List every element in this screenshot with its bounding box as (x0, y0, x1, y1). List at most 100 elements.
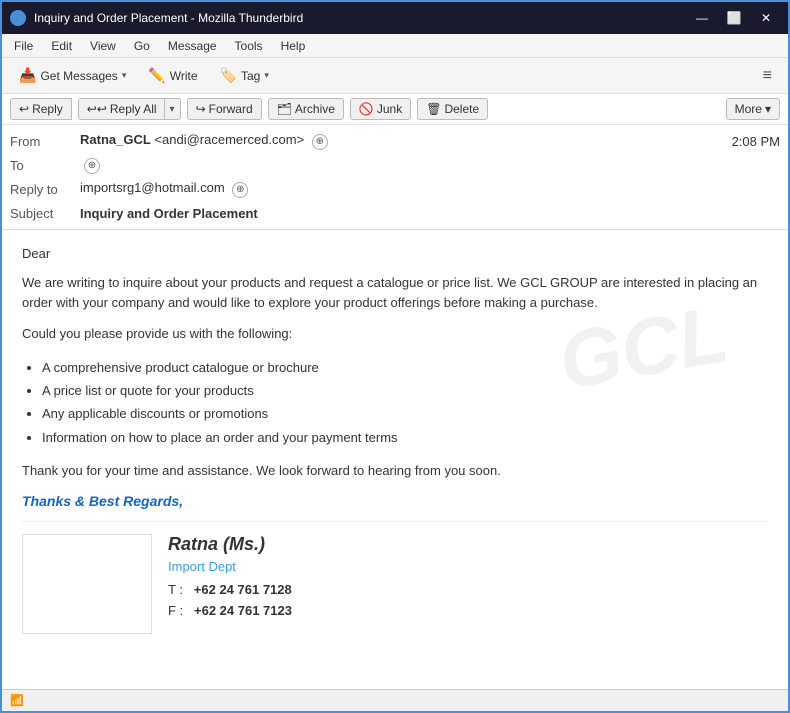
subject-label: Subject (10, 206, 80, 221)
sig-fax-line: F : +62 24 761 7123 (168, 603, 768, 618)
tag-icon: 🏷️ (220, 67, 237, 84)
reply-to-email: importsrg1@hotmail.com (80, 180, 225, 195)
reply-all-dropdown[interactable]: ▾ (164, 98, 181, 120)
main-toolbar: 📥 Get Messages ▾ ✏️ Write 🏷️ Tag ▾ ≡ (2, 58, 788, 94)
delete-label: Delete (444, 102, 479, 116)
title-bar: Inquiry and Order Placement - Mozilla Th… (2, 2, 788, 34)
reply-icon: ↩ (19, 102, 29, 116)
status-bar: 📶 (2, 689, 788, 711)
reply-all-button[interactable]: ↩↩ Reply All (78, 98, 166, 120)
tag-arrow[interactable]: ▾ (264, 70, 269, 81)
hamburger-menu[interactable]: ≡ (755, 63, 780, 89)
forward-label: Forward (209, 102, 253, 116)
archive-label: Archive (295, 102, 335, 116)
sig-phone-line: T : +62 24 761 7128 (168, 582, 768, 597)
email-headers: From Ratna_GCL <andi@racemerced.com> ⊕ 2… (2, 125, 788, 229)
delete-button[interactable]: 🗑 Delete (417, 98, 488, 120)
list-item: A comprehensive product catalogue or bro… (42, 356, 768, 379)
sig-dept: Import Dept (168, 559, 768, 574)
reply-to-row: Reply to importsrg1@hotmail.com ⊕ (10, 177, 780, 201)
thanks-regards: Thanks & Best Regards, (22, 493, 768, 509)
junk-label: Junk (377, 102, 402, 116)
get-messages-button[interactable]: 📥 Get Messages ▾ (10, 62, 135, 89)
window-controls: — ⬜ ✕ (688, 8, 780, 28)
body-dear: Dear (22, 246, 768, 261)
menu-tools[interactable]: Tools (227, 37, 271, 55)
sig-phone: +62 24 761 7128 (194, 582, 292, 597)
sig-name: Ratna (Ms.) (168, 534, 768, 555)
menu-go[interactable]: Go (126, 37, 158, 55)
sig-fax-label: F : (168, 603, 183, 618)
from-value: Ratna_GCL <andi@racemerced.com> ⊕ (80, 132, 732, 150)
minimize-button[interactable]: — (688, 8, 716, 28)
reply-to-contact-icon[interactable]: ⊕ (232, 182, 248, 198)
app-icon (10, 10, 26, 26)
maximize-button[interactable]: ⬜ (720, 8, 748, 28)
more-label: More (735, 102, 762, 116)
to-label: To (10, 158, 80, 173)
subject-text: Inquiry and Order Placement (80, 206, 258, 221)
more-button[interactable]: More ▾ (726, 98, 780, 120)
subject-row: Subject Inquiry and Order Placement (10, 201, 780, 225)
menu-help[interactable]: Help (273, 37, 314, 55)
sig-fax: +62 24 761 7123 (194, 603, 292, 618)
body-paragraph2: Could you please provide us with the fol… (22, 324, 768, 344)
sig-logo (22, 534, 152, 634)
subject-value: Inquiry and Order Placement (80, 206, 780, 221)
more-arrow: ▾ (765, 102, 771, 116)
reply-to-value: importsrg1@hotmail.com ⊕ (80, 180, 780, 198)
tag-button[interactable]: 🏷️ Tag ▾ (211, 62, 278, 89)
forward-icon: ↪ (196, 102, 206, 116)
from-contact-icon[interactable]: ⊕ (312, 134, 328, 150)
get-messages-label: Get Messages (40, 69, 117, 83)
header-area: ↩ Reply ↩↩ Reply All ▾ ↪ Forward 🗂 Archi… (2, 94, 788, 230)
reply-button[interactable]: ↩ Reply (10, 98, 72, 120)
signal-icon: 📶 (10, 694, 24, 707)
body-paragraph1: We are writing to inquire about your pro… (22, 273, 768, 312)
close-button[interactable]: ✕ (752, 8, 780, 28)
tag-label: Tag (241, 69, 260, 83)
junk-icon: 🚫 (359, 102, 374, 116)
body-paragraph3: Thank you for your time and assistance. … (22, 461, 768, 481)
email-body: GCL Dear We are writing to inquire about… (2, 230, 788, 689)
from-row: From Ratna_GCL <andi@racemerced.com> ⊕ 2… (10, 129, 780, 153)
menu-message[interactable]: Message (160, 37, 225, 55)
write-button[interactable]: ✏️ Write (139, 62, 206, 89)
action-toolbar: ↩ Reply ↩↩ Reply All ▾ ↪ Forward 🗂 Archi… (2, 94, 788, 125)
write-icon: ✏️ (148, 67, 165, 84)
reply-all-group: ↩↩ Reply All ▾ (78, 98, 181, 120)
sig-phone-label: T : (168, 582, 183, 597)
get-messages-icon: 📥 (19, 67, 36, 84)
to-value: ⊕ (80, 156, 780, 174)
archive-button[interactable]: 🗂 Archive (268, 98, 344, 120)
archive-icon: 🗂 (277, 102, 292, 116)
reply-to-label: Reply to (10, 182, 80, 197)
menu-edit[interactable]: Edit (43, 37, 80, 55)
menu-view[interactable]: View (82, 37, 124, 55)
reply-group: ↩ Reply (10, 98, 72, 120)
write-label: Write (170, 69, 198, 83)
reply-label: Reply (32, 102, 63, 116)
from-name: Ratna_GCL (80, 132, 151, 147)
list-item: Any applicable discounts or promotions (42, 402, 768, 425)
window-title: Inquiry and Order Placement - Mozilla Th… (34, 11, 688, 25)
forward-button[interactable]: ↪ Forward (187, 98, 262, 120)
list-item: A price list or quote for your products (42, 379, 768, 402)
dear-text: Dear (22, 246, 50, 261)
junk-button[interactable]: 🚫 Junk (350, 98, 411, 120)
reply-all-label: Reply All (110, 102, 157, 116)
from-label: From (10, 134, 80, 149)
menu-file[interactable]: File (6, 37, 41, 55)
dear-name (54, 246, 108, 261)
email-time: 2:08 PM (732, 134, 780, 149)
body-list: A comprehensive product catalogue or bro… (42, 356, 768, 450)
sig-details: Ratna (Ms.) Import Dept T : +62 24 761 7… (168, 534, 768, 634)
main-window: Inquiry and Order Placement - Mozilla Th… (0, 0, 790, 713)
to-contact-icon[interactable]: ⊕ (84, 158, 100, 174)
reply-all-icon: ↩↩ (87, 102, 107, 116)
delete-icon: 🗑 (426, 102, 441, 116)
get-messages-arrow[interactable]: ▾ (122, 70, 127, 81)
signature-section: Ratna (Ms.) Import Dept T : +62 24 761 7… (22, 521, 768, 634)
menu-bar: File Edit View Go Message Tools Help (2, 34, 788, 58)
from-email: <andi@racemerced.com> (154, 132, 304, 147)
